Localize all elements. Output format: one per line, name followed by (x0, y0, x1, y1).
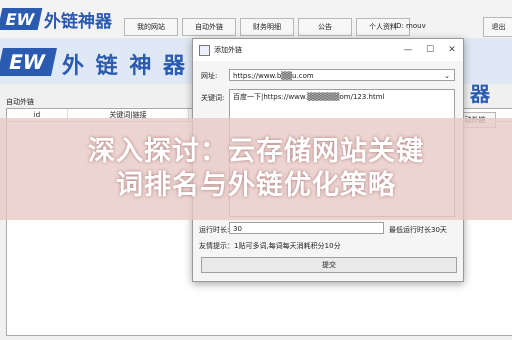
tab-my-sites[interactable]: 我的网站 (124, 18, 178, 36)
tab-finance[interactable]: 财务明细 (240, 18, 294, 36)
banner-text: 外 链 神 器 (62, 53, 187, 79)
banner-badge: EW (0, 48, 57, 76)
logo: EW 外链神器 (0, 4, 112, 34)
window-icon (199, 44, 210, 56)
dialog-title: 添加外链 (214, 46, 242, 54)
submit-button[interactable]: 提交 (201, 257, 457, 273)
user-id: ID: mouv (394, 22, 426, 30)
dialog-titlebar: 添加外链 — ☐ ✕ (193, 39, 463, 61)
time-input[interactable]: 30 (229, 222, 384, 234)
exit-button[interactable]: 退出 (483, 17, 512, 37)
close-icon[interactable]: ✕ (441, 45, 463, 55)
headline-line-1: 深入探讨：云存储网站关键 (88, 136, 424, 167)
section-label: 自动外链 (6, 98, 34, 106)
banner-text-right: 器 (470, 82, 490, 106)
url-select[interactable]: https://www.b▒▒u.com ⌄ (229, 69, 455, 81)
headline-overlay: 深入探讨：云存储网站关键 词排名与外链优化策略 (0, 118, 512, 220)
minimize-icon[interactable]: — (397, 45, 419, 55)
headline-line-2: 词排名与外链优化策略 (116, 170, 396, 201)
logo-text: 外链神器 (44, 11, 112, 32)
url-label: 网址: (201, 72, 218, 80)
maximize-icon[interactable]: ☐ (419, 45, 441, 55)
tab-announcements[interactable]: 公告 (298, 18, 352, 36)
time-label: 运行时长: (199, 226, 230, 234)
chevron-down-icon: ⌄ (444, 72, 450, 80)
nav-tabs: 我的网站 自动外链 财务明细 公告 个人资料 (124, 18, 414, 36)
logo-badge: EW (0, 8, 43, 30)
keyword-value: 百度一下|https://www.▒▒▒▒▒▒om/123.html (233, 93, 385, 101)
top-bar: EW 外链神器 我的网站 自动外链 财务明细 公告 个人资料 ID: mouv … (0, 0, 512, 38)
tab-auto-links[interactable]: 自动外链 (182, 18, 236, 36)
url-value: https://www.b▒▒u.com (233, 72, 314, 80)
max-duration-note: 最低运行时长30天 (389, 226, 447, 234)
tip-text: 友情提示：1贴可多词,每词每天消耗积分10分 (199, 242, 341, 250)
keyword-label: 关键词: (201, 94, 225, 102)
